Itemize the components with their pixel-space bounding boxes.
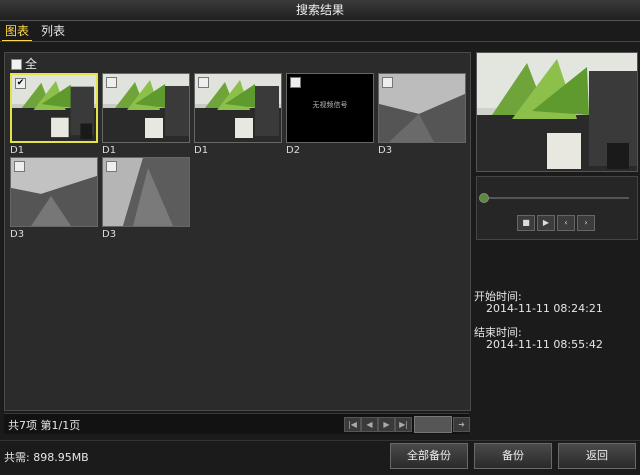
thumbnail-channel: D1 xyxy=(10,145,25,156)
tab-chart[interactable]: 图表 xyxy=(2,22,33,42)
next-page-button[interactable]: ▶ xyxy=(378,417,395,432)
thumbnail-channel: D1 xyxy=(102,145,117,156)
fast-button[interactable]: › xyxy=(577,215,595,231)
end-time-value: 2014-11-11 08:55:42 xyxy=(486,338,603,351)
select-all-checkbox[interactable] xyxy=(11,59,22,70)
tab-list[interactable]: 列表 xyxy=(38,22,68,40)
thumbnail-channel: D2 xyxy=(286,145,301,156)
total-size: 共需: 898.95MB xyxy=(4,451,89,464)
start-time-value: 2014-11-11 08:24:21 xyxy=(486,302,603,315)
thumbnail-item[interactable]: 无视频信号 xyxy=(286,73,374,143)
thumbnail-item[interactable] xyxy=(10,157,98,227)
thumbnail-checkbox[interactable]: ✔ xyxy=(15,78,26,89)
back-button[interactable]: 返回 xyxy=(558,443,636,469)
select-all-label: 全 xyxy=(25,57,38,71)
thumbnail-channel: D3 xyxy=(378,145,393,156)
progress-knob[interactable] xyxy=(479,193,489,203)
thumbnail-channel: D3 xyxy=(102,229,117,240)
thumbnail-checkbox[interactable] xyxy=(382,77,393,88)
stop-button[interactable]: ■ xyxy=(517,215,535,231)
video-preview xyxy=(476,52,638,172)
window-title: 搜索结果 xyxy=(0,0,640,21)
prev-page-button[interactable]: ◀ xyxy=(361,417,378,432)
thumbnail-checkbox[interactable] xyxy=(290,77,301,88)
select-all[interactable]: 全 xyxy=(11,57,37,71)
playback-controls: ■ ▶ ‹ › xyxy=(476,176,638,240)
progress-track[interactable] xyxy=(485,197,629,199)
tab-divider xyxy=(0,41,640,42)
no-signal-text: 无视频信号 xyxy=(312,101,348,109)
thumbnail-channel: D1 xyxy=(194,145,209,156)
thumbnail-item[interactable] xyxy=(378,73,466,143)
backup-button[interactable]: 备份 xyxy=(474,443,552,469)
first-page-button[interactable]: |◀ xyxy=(344,417,361,432)
thumbnail-checkbox[interactable] xyxy=(106,161,117,172)
last-page-button[interactable]: ▶| xyxy=(395,417,412,432)
thumbnail-checkbox[interactable] xyxy=(106,77,117,88)
play-button[interactable]: ▶ xyxy=(537,215,555,231)
backup-all-button[interactable]: 全部备份 xyxy=(390,443,468,469)
view-tabs: 图表 列表 xyxy=(0,22,640,42)
go-page-button[interactable]: ➜ xyxy=(453,417,470,432)
pagination-info: 共7项 第1/1页 xyxy=(8,419,81,432)
thumbnail-item[interactable]: ✔ xyxy=(10,73,98,143)
thumbnail-channel: D3 xyxy=(10,229,25,240)
thumbnail-checkbox[interactable] xyxy=(198,77,209,88)
page-input[interactable] xyxy=(414,416,452,433)
pagination-bar: 共7项 第1/1页 |◀ ◀ ▶ ▶| ➜ xyxy=(4,413,470,434)
preview-image xyxy=(477,53,637,171)
thumbnail-checkbox[interactable] xyxy=(14,161,25,172)
thumbnail-item[interactable] xyxy=(194,73,282,143)
thumbnail-gallery: 全 ✔ D1 D1 D1 无视频信号 D2 D3 D3 D3 xyxy=(4,52,471,411)
thumbnail-item[interactable] xyxy=(102,73,190,143)
thumbnail-item[interactable] xyxy=(102,157,190,227)
slow-button[interactable]: ‹ xyxy=(557,215,575,231)
